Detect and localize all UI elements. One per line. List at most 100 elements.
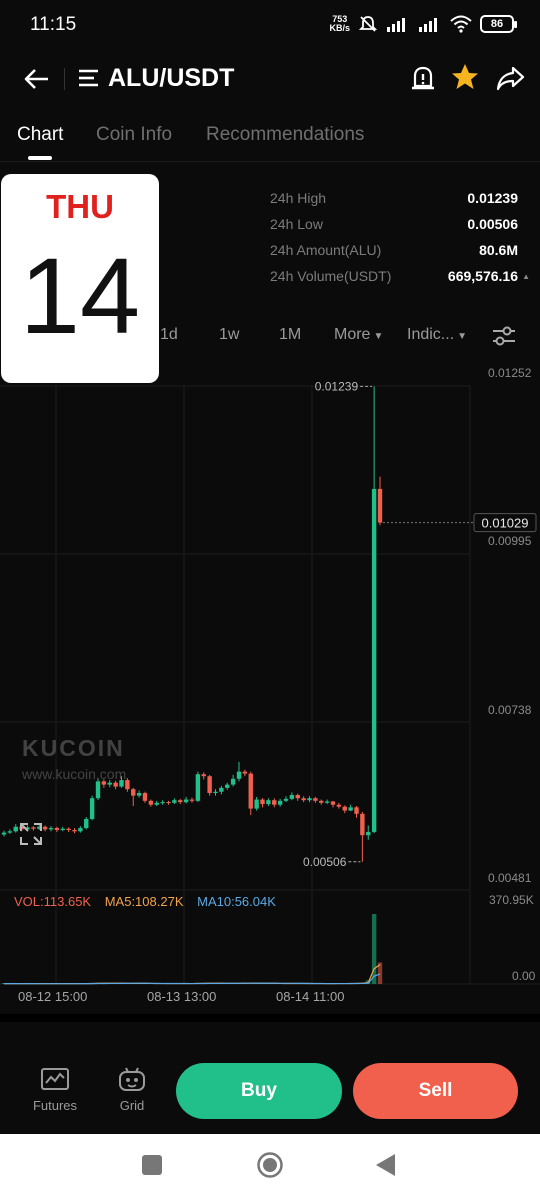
menu-icon[interactable] — [76, 65, 102, 91]
price-markers: 0.01239 0.00506 0.01029 — [303, 379, 537, 869]
chart-bottom-divider — [0, 1014, 540, 1022]
volume-series — [1, 914, 383, 985]
tab-recommendations[interactable]: Recommendations — [206, 124, 364, 146]
candle-body — [107, 782, 112, 785]
candle-series — [1, 386, 383, 862]
candle-body — [84, 818, 89, 829]
candle-body — [154, 802, 159, 805]
home-icon[interactable] — [256, 1151, 284, 1179]
futures-icon — [41, 1068, 69, 1090]
buy-button[interactable]: Buy — [176, 1063, 342, 1119]
last-price-label: 0.01029 — [482, 516, 529, 531]
stat-24h-volume: 24h Volume(USDT) 669,576.16 ▲ — [270, 268, 530, 284]
chart-settings-icon[interactable] — [490, 322, 518, 350]
candle-body — [342, 806, 347, 811]
wifi-icon — [450, 15, 472, 33]
candle-body — [195, 774, 201, 801]
price-axis: 0.01252 0.00995 0.00738 0.00481 370.95K 0.00 — [488, 366, 536, 983]
candle-body — [313, 798, 318, 801]
calendar-widget[interactable]: THU 14 — [1, 174, 159, 383]
candle-body — [236, 771, 242, 779]
candle-body — [366, 831, 371, 836]
candle-body — [242, 771, 248, 774]
candle-body — [54, 828, 60, 831]
timeframe-1m[interactable]: 1M — [279, 326, 301, 344]
stat-24h-amount: 24h Amount(ALU) 80.6M — [270, 242, 518, 258]
candle-body — [324, 801, 330, 803]
candle-body — [207, 776, 212, 794]
price-axis-label: 0.00995 — [488, 534, 532, 548]
price-alert-icon[interactable] — [408, 62, 438, 94]
price-axis-label: 0.00738 — [488, 703, 532, 717]
back-triangle-icon[interactable] — [375, 1153, 397, 1177]
candle-body — [78, 828, 83, 832]
candle-body — [225, 784, 230, 788]
candlestick-chart[interactable]: 0.01239 0.00506 0.01029 0.01252 0.00995 0.00… — [0, 358, 540, 1018]
ma10-value: MA10:56.04K — [197, 894, 276, 909]
grid-button[interactable]: Grid — [102, 1066, 162, 1113]
candle-body — [230, 778, 236, 785]
candle-body — [354, 807, 359, 814]
candle-body — [1, 832, 7, 835]
low-marker-label: 0.00506 — [303, 855, 347, 869]
back-arrow-icon[interactable] — [20, 62, 54, 96]
candle-body — [377, 488, 383, 523]
calendar-date: 14 — [19, 235, 141, 356]
volume-axis-label: 370.95K — [489, 893, 534, 907]
timeframe-more[interactable]: More ▼ — [334, 326, 383, 344]
expand-triangle-icon[interactable]: ▲ — [522, 272, 530, 281]
pair-title[interactable]: ALU/USDT — [108, 64, 234, 93]
grid-bot-icon — [119, 1067, 145, 1091]
recent-apps-icon[interactable] — [141, 1154, 163, 1176]
caret-down-icon: ▼ — [373, 331, 384, 342]
signal-icon — [387, 18, 405, 32]
time-label: 08-13 13:00 — [147, 989, 217, 1004]
candle-body — [142, 793, 148, 801]
tab-coin-info[interactable]: Coin Info — [96, 124, 172, 146]
watermark-brand: KUCOIN — [22, 735, 125, 761]
candle-body — [272, 800, 277, 805]
candle-body — [148, 800, 154, 805]
candle-body — [277, 800, 283, 805]
price-axis-label: 0.00481 — [488, 871, 532, 885]
stat-24h-high: 24h High 0.01239 — [270, 190, 518, 206]
candle-body — [172, 800, 177, 803]
mute-icon — [358, 16, 378, 32]
indicators-dropdown[interactable]: Indic... ▼ — [407, 326, 467, 344]
candle-body — [178, 800, 183, 803]
status-icons: 753 KB/s 86 — [329, 14, 517, 34]
volume-axis-label: 0.00 — [512, 969, 536, 983]
candle-body — [136, 793, 142, 796]
sell-button[interactable]: Sell — [353, 1063, 518, 1119]
candle-body — [60, 828, 65, 831]
candle-body — [131, 789, 136, 796]
ma10-line — [4, 973, 381, 985]
candle-body — [371, 488, 377, 832]
caret-down-icon: ▼ — [457, 331, 468, 342]
candle-body — [183, 799, 189, 803]
time-label: 08-14 11:00 — [276, 989, 345, 1004]
ma5-line — [4, 964, 381, 985]
candle-body — [336, 804, 342, 807]
vol-value: VOL:113.65K — [14, 894, 92, 909]
chart-canvas[interactable]: 0.01239 0.00506 0.01029 0.01252 0.00995 0.00… — [0, 358, 540, 1018]
candle-body — [301, 798, 306, 801]
candle-body — [213, 791, 218, 794]
candle-body — [89, 798, 95, 819]
favorite-star-icon[interactable] — [449, 61, 481, 93]
candle-body — [248, 773, 253, 809]
fullscreen-icon[interactable] — [17, 820, 45, 848]
price-axis-label: 0.01252 — [488, 366, 532, 380]
bottom-action-bar: Futures Grid Buy Sell — [0, 1048, 540, 1134]
tab-chart[interactable]: Chart — [17, 124, 63, 146]
stat-24h-low: 24h Low 0.00506 — [270, 216, 518, 232]
candle-body — [48, 828, 54, 830]
futures-button[interactable]: Futures — [25, 1066, 85, 1113]
kucoin-watermark: KUCOIN www.kucoin.com — [22, 735, 126, 782]
candle-body — [219, 787, 224, 792]
share-icon[interactable] — [494, 62, 526, 94]
timeframe-1w[interactable]: 1w — [219, 326, 239, 344]
timeframe-1d[interactable]: 1d — [160, 326, 178, 344]
candle-body — [66, 828, 71, 831]
candle-body — [360, 813, 365, 836]
